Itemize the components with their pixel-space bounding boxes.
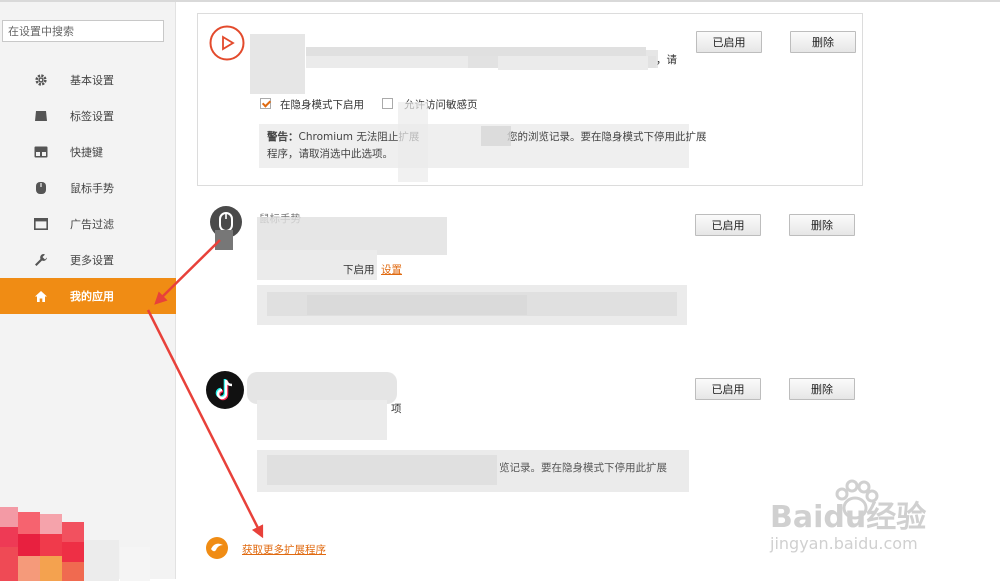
arrow-to-my-apps [154,239,221,305]
annotation-arrows [146,239,264,539]
arrow-to-get-more [146,309,264,539]
